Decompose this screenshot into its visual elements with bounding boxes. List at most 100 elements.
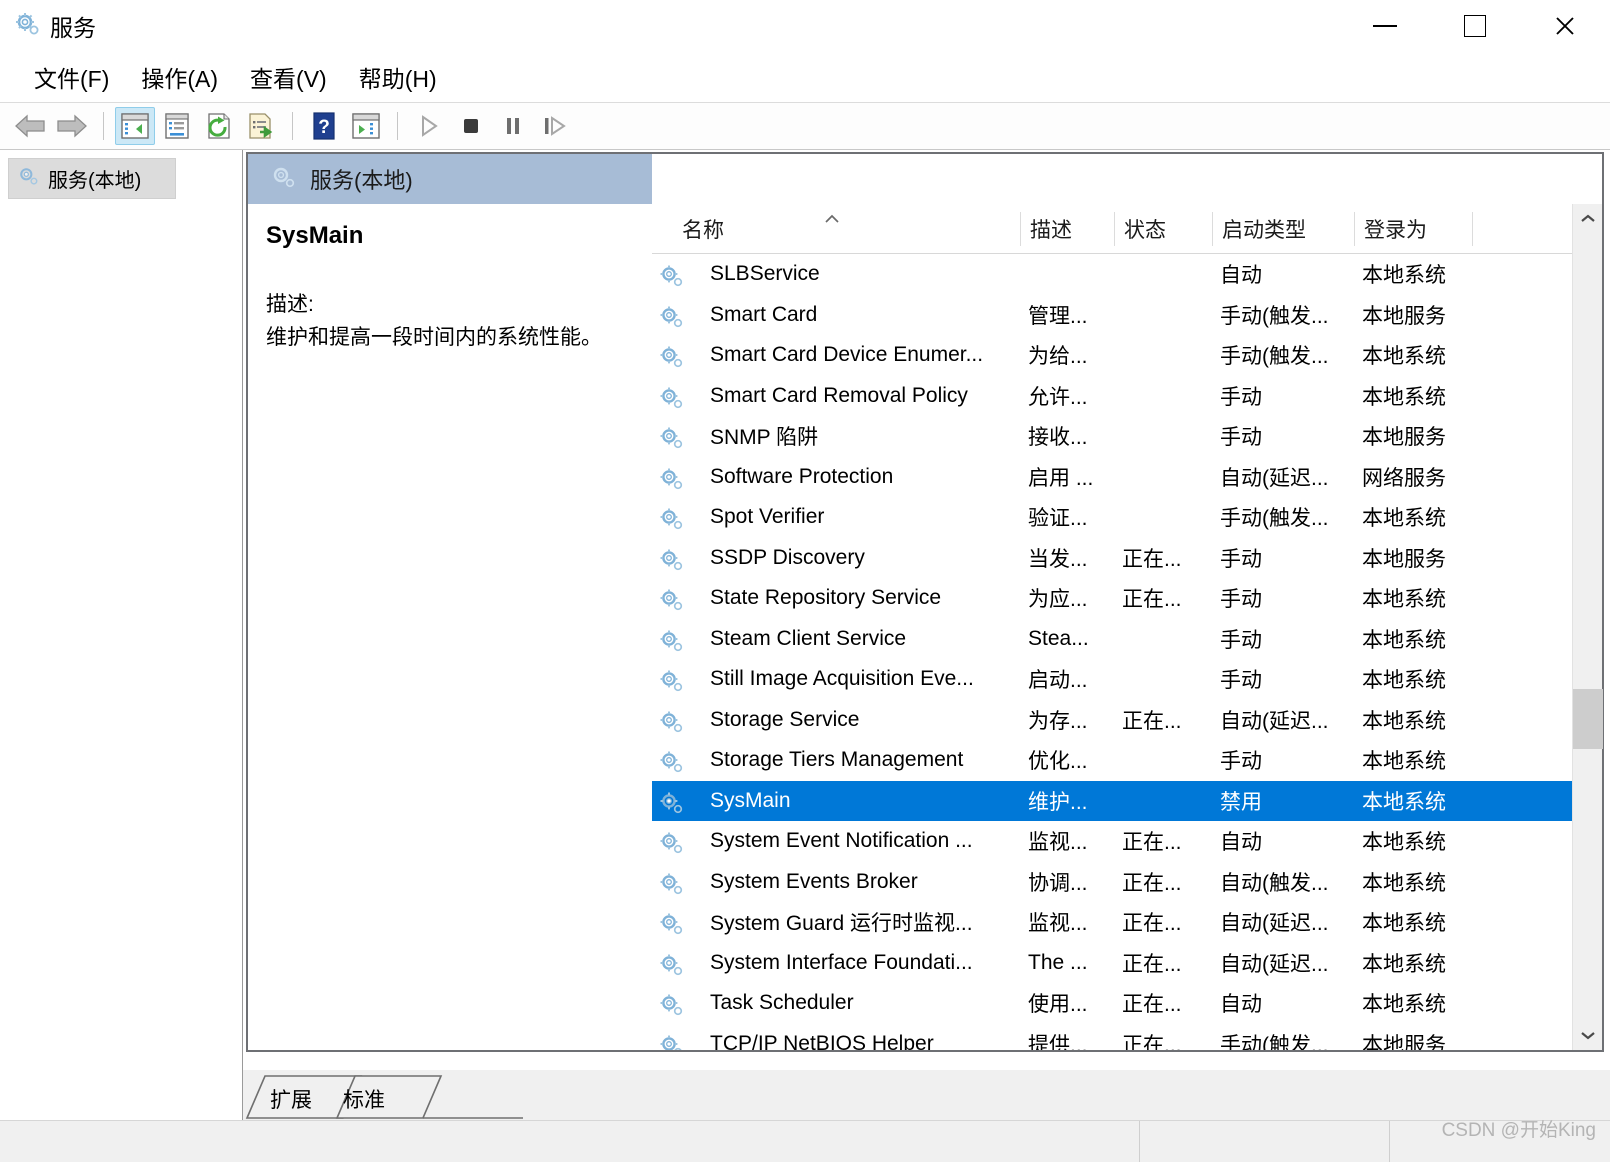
pane-frame: 服务(本地) SysMain 描述: 维护和提高一段时间内的系统性能。 名称 描述… xyxy=(246,152,1604,1052)
detail-description-label: 描述: xyxy=(266,293,314,316)
table-row[interactable]: System Interface Foundati... The ... 正在...… xyxy=(652,943,1602,984)
cell-log-on-as: 本地系统 xyxy=(1362,750,1446,774)
table-row[interactable]: SLBService 自动 本地系统 xyxy=(652,254,1602,295)
bottom-tab-bar: 扩展 标准 xyxy=(0,1070,1610,1120)
table-row[interactable]: Storage Service 为存... 正在... 自动(延迟... 本地系统 xyxy=(652,700,1602,741)
menu-view[interactable]: 查看(V) xyxy=(234,56,343,98)
cell-service-name: SNMP 陷阱 xyxy=(710,426,819,450)
cell-description: 为应... xyxy=(1028,588,1088,612)
column-startup-type[interactable]: 启动类型 xyxy=(1212,204,1354,254)
cell-service-name: System Event Notification ... xyxy=(710,829,973,853)
cell-startup-type: 手动 xyxy=(1220,385,1262,409)
table-row[interactable]: System Event Notification ... 监视... 正在... 自… xyxy=(652,821,1602,862)
table-row[interactable]: Spot Verifier 验证... 手动(触发... 本地系统 xyxy=(652,497,1602,538)
menu-file[interactable]: 文件(F) xyxy=(18,56,125,98)
cell-description: 启动... xyxy=(1028,669,1088,693)
menu-help[interactable]: 帮助(H) xyxy=(343,56,453,98)
table-row[interactable]: SSDP Discovery 当发... 正在... 手动 本地服务 xyxy=(652,538,1602,579)
cell-status xyxy=(1114,376,1212,417)
column-divider[interactable] xyxy=(1114,212,1115,246)
export-list-icon[interactable] xyxy=(241,107,281,145)
cell-log-on-as: 本地系统 xyxy=(1362,709,1446,733)
service-detail-panel: SysMain 描述: 维护和提高一段时间内的系统性能。 xyxy=(248,204,652,1050)
column-log-on-as[interactable]: 登录为 xyxy=(1354,204,1472,254)
cell-startup-type: 手动 xyxy=(1220,588,1262,612)
vertical-scrollbar[interactable] xyxy=(1572,204,1603,1050)
table-row[interactable]: System Events Broker 协调... 正在... 自动(触发... 本地… xyxy=(652,862,1602,903)
cell-status: 正在... xyxy=(1122,871,1182,895)
table-row[interactable]: SNMP 陷阱 接收... 手动 本地服务 xyxy=(652,416,1602,457)
cell-startup-type: 自动(延迟... xyxy=(1220,912,1329,936)
table-row[interactable]: System Guard 运行时监视... 监视... 正在... 自动(延迟... 本… xyxy=(652,902,1602,943)
services-gear-icon xyxy=(14,11,40,42)
sidebar-item-services-local[interactable]: 服务(本地) xyxy=(8,158,176,199)
table-row[interactable]: Smart Card Device Enumer... 为给... 手动(触发...… xyxy=(652,335,1602,376)
table-row[interactable]: State Repository Service 为应... 正在... 手动 本地系统 xyxy=(652,578,1602,619)
cell-startup-type: 手动(触发... xyxy=(1220,304,1329,328)
column-divider[interactable] xyxy=(1472,212,1473,246)
cell-log-on-as: 本地系统 xyxy=(1362,912,1446,936)
cell-status: 正在... xyxy=(1122,993,1182,1017)
cell-startup-type: 手动(触发... xyxy=(1220,345,1329,369)
table-row[interactable]: Steam Client Service Stea... 手动 本地系统 xyxy=(652,619,1602,660)
forward-icon[interactable] xyxy=(52,107,92,145)
table-row[interactable]: Software Protection 启用 ... 自动(延迟... 网络服务 xyxy=(652,457,1602,498)
back-icon[interactable] xyxy=(10,107,50,145)
column-status[interactable]: 状态 xyxy=(1114,204,1212,254)
cell-startup-type: 自动(延迟... xyxy=(1220,709,1329,733)
maximize-button[interactable] xyxy=(1430,0,1520,52)
stop-service-icon[interactable] xyxy=(451,107,491,145)
cell-log-on-as: 本地服务 xyxy=(1362,1033,1446,1050)
scroll-down-arrow-icon[interactable] xyxy=(1573,1020,1603,1050)
properties-icon[interactable] xyxy=(157,107,197,145)
cell-status xyxy=(1114,659,1212,700)
show-hide-console-tree-icon[interactable] xyxy=(115,107,155,145)
cell-description: 优化... xyxy=(1028,750,1088,774)
scroll-up-arrow-icon[interactable] xyxy=(1573,204,1603,234)
column-divider[interactable] xyxy=(1354,212,1355,246)
status-segment-2 xyxy=(1140,1120,1390,1162)
tab-bar-left-filler xyxy=(0,1070,243,1120)
restart-service-icon[interactable] xyxy=(535,107,575,145)
scrollbar-thumb[interactable] xyxy=(1573,689,1603,749)
sidebar-item-label: 服务(本地) xyxy=(48,170,142,192)
toolbar: ? xyxy=(0,102,1610,150)
table-row[interactable]: Smart Card Removal Policy 允许... 手动 本地系统 xyxy=(652,376,1602,417)
close-button[interactable] xyxy=(1520,0,1610,52)
show-action-pane-icon[interactable] xyxy=(346,107,386,145)
cell-description: 当发... xyxy=(1028,547,1088,571)
cell-status xyxy=(1114,457,1212,498)
cell-startup-type: 手动(触发... xyxy=(1220,507,1329,531)
cell-startup-type: 自动 xyxy=(1220,993,1262,1017)
cell-description: 使用... xyxy=(1028,993,1088,1017)
services-list: 名称 描述 状态 启动类型 登录为 SLBService 自动 本地系统 Smart Card… xyxy=(652,204,1603,1050)
column-name[interactable]: 名称 xyxy=(672,204,1020,254)
column-divider[interactable] xyxy=(1212,212,1213,246)
tab-extended[interactable]: 扩展 xyxy=(260,1076,322,1118)
start-service-icon[interactable] xyxy=(409,107,449,145)
table-row[interactable]: Storage Tiers Management 优化... 手动 本地系统 xyxy=(652,740,1602,781)
console-tree-pane: 服务(本地) xyxy=(0,150,243,1070)
cell-log-on-as: 本地系统 xyxy=(1362,264,1446,288)
window-title: 服务 xyxy=(50,15,96,41)
column-description[interactable]: 描述 xyxy=(1020,204,1114,254)
cell-description xyxy=(1020,254,1114,295)
tab-standard[interactable]: 标准 xyxy=(333,1076,395,1118)
column-divider[interactable] xyxy=(1020,212,1021,246)
table-row[interactable]: Task Scheduler 使用... 正在... 自动 本地系统 xyxy=(652,983,1602,1024)
table-row[interactable]: TCP/IP NetBIOS Helper 提供... 正在... 手动(触发... 本… xyxy=(652,1024,1602,1050)
table-row[interactable]: Smart Card 管理... 手动(触发... 本地服务 xyxy=(652,295,1602,336)
cell-service-name: Storage Service xyxy=(710,707,860,731)
menu-action[interactable]: 操作(A) xyxy=(125,56,234,98)
cell-startup-type: 手动 xyxy=(1220,669,1262,693)
refresh-icon[interactable] xyxy=(199,107,239,145)
status-segment-1 xyxy=(0,1120,1140,1162)
table-row[interactable]: SysMain 维护... 禁用 本地系统 xyxy=(652,780,1602,821)
minimize-button[interactable] xyxy=(1340,0,1430,52)
pause-service-icon[interactable] xyxy=(493,107,533,145)
table-row[interactable]: Still Image Acquisition Eve... 启动... 手动 本地系… xyxy=(652,659,1602,700)
menu-bar: 文件(F) 操作(A) 查看(V) 帮助(H) xyxy=(0,52,1610,102)
cell-service-name: System Interface Foundati... xyxy=(710,950,973,974)
cell-service-name: Still Image Acquisition Eve... xyxy=(710,667,974,691)
help-icon[interactable]: ? xyxy=(304,107,344,145)
